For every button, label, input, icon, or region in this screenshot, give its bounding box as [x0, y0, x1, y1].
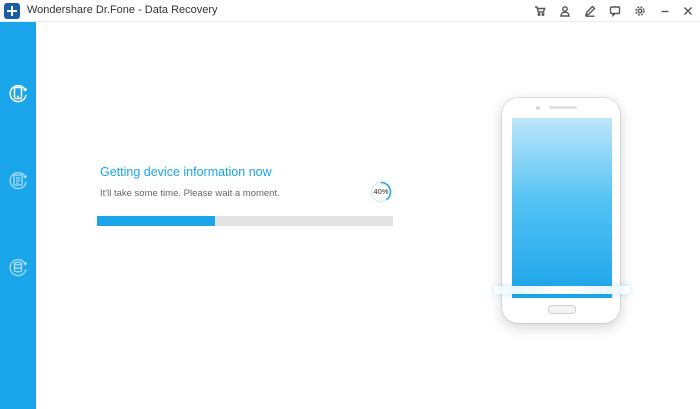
status-subtext: It'll take some time. Please wait a mome…: [100, 188, 280, 199]
user-icon[interactable]: [556, 2, 574, 20]
minimize-icon[interactable]: [656, 2, 674, 20]
phone-recover-icon: [9, 84, 28, 103]
feedback-icon[interactable]: [606, 2, 624, 20]
phone-earpiece: [502, 106, 620, 110]
phone-screen: [512, 118, 612, 298]
status-heading: Getting device information now: [100, 165, 272, 179]
icloud-backup-icon: [9, 258, 28, 277]
sidebar: [0, 22, 36, 409]
phone-home-button: [548, 305, 576, 314]
edit-icon[interactable]: [581, 2, 599, 20]
sidebar-item-recover-from-icloud[interactable]: [4, 253, 32, 281]
progress-percent-label: 40%: [373, 187, 389, 196]
progress-bar-fill: [97, 216, 216, 226]
title-bar: Wondershare Dr.Fone - Data Recovery: [0, 0, 700, 22]
progress-bar: [97, 216, 393, 226]
sidebar-item-recover-from-itunes[interactable]: [4, 166, 32, 194]
cart-icon[interactable]: [531, 2, 549, 20]
plus-logo-icon: [4, 3, 20, 19]
close-icon[interactable]: [679, 2, 697, 20]
itunes-backup-icon: [9, 171, 28, 190]
sidebar-item-recover-from-device[interactable]: [4, 79, 32, 107]
window-title: Wondershare Dr.Fone - Data Recovery: [27, 4, 218, 16]
settings-icon[interactable]: [631, 2, 649, 20]
scan-line: [494, 286, 630, 294]
